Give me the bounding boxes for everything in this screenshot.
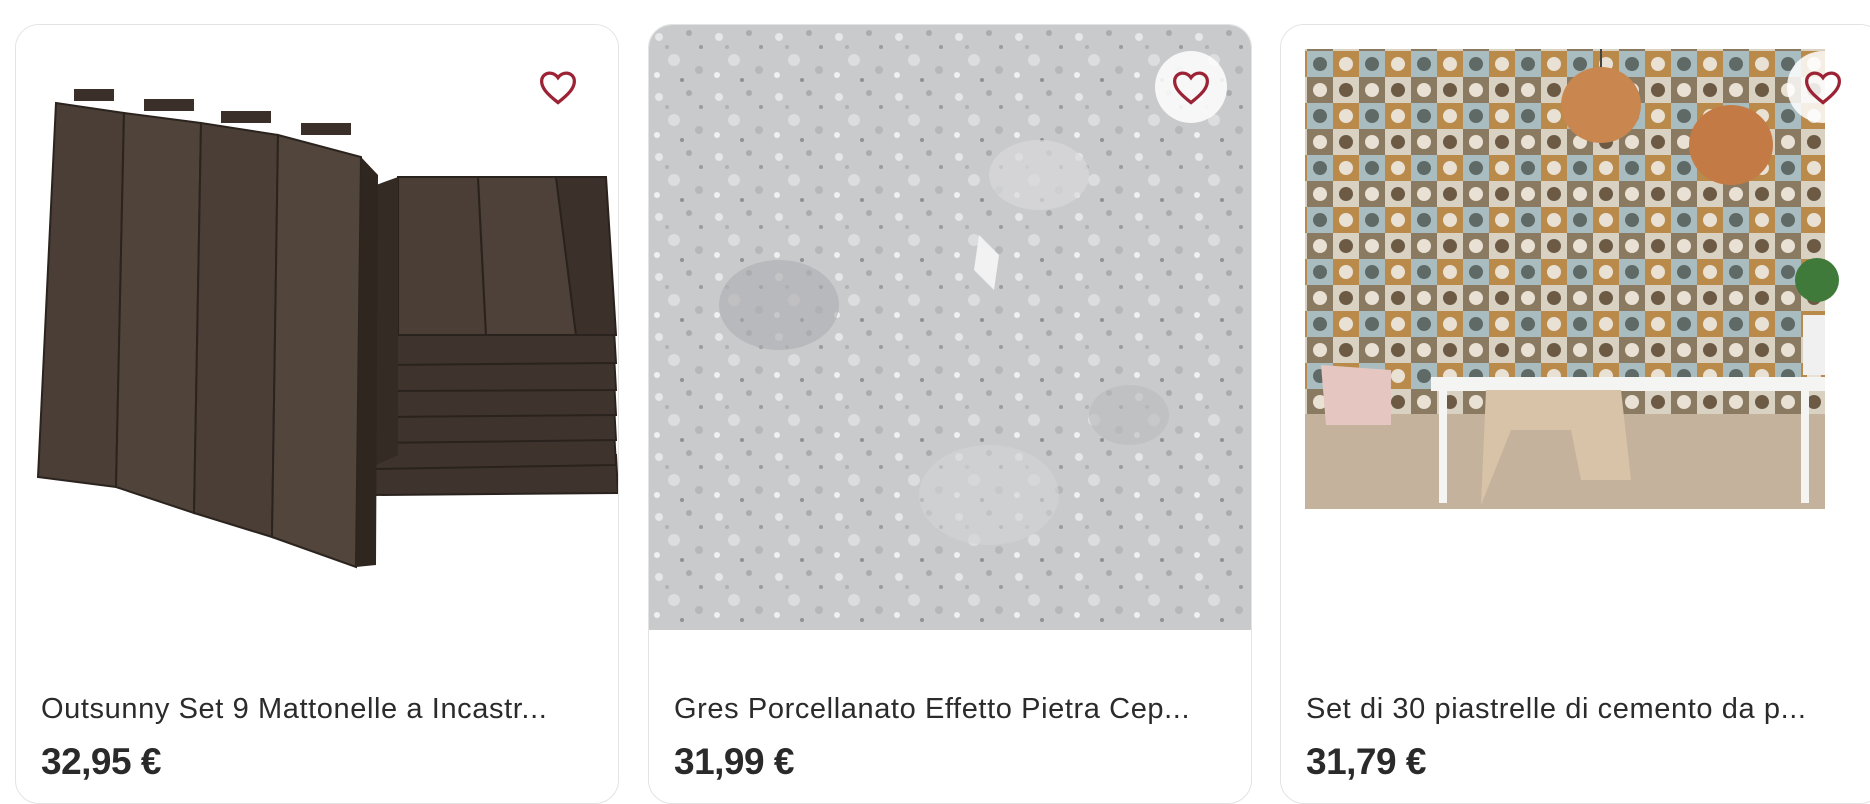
product-title[interactable]: Set di 30 piastrelle di cemento da p...: [1306, 693, 1866, 726]
heart-outline-icon: [1172, 71, 1210, 105]
product-price: 31,79 €: [1306, 741, 1426, 782]
product-image[interactable]: [649, 25, 1251, 630]
product-card[interactable]: Set di 30 piastrelle di cemento da p... …: [1280, 24, 1870, 804]
favorite-button[interactable]: [522, 51, 594, 123]
product-image[interactable]: [16, 25, 618, 630]
product-card[interactable]: Gres Porcellanato Effetto Pietra Cep... …: [648, 24, 1252, 804]
product-title[interactable]: Gres Porcellanato Effetto Pietra Cep...: [674, 693, 1234, 726]
favorite-button[interactable]: [1155, 51, 1227, 123]
product-price: 31,99 €: [674, 741, 794, 782]
product-title[interactable]: Outsunny Set 9 Mattonelle a Incastr...: [41, 693, 601, 726]
heart-outline-icon: [539, 71, 577, 105]
heart-outline-icon: [1804, 71, 1842, 105]
product-image[interactable]: [1281, 25, 1870, 630]
product-card[interactable]: Outsunny Set 9 Mattonelle a Incastr... 3…: [15, 24, 619, 804]
favorite-button[interactable]: [1787, 51, 1859, 123]
product-price: 32,95 €: [41, 741, 161, 782]
